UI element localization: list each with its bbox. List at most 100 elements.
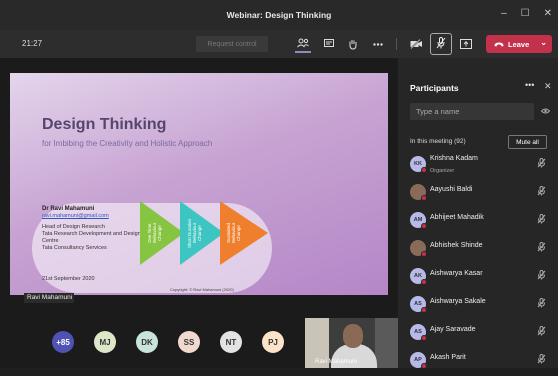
avatar-initials: KK	[414, 161, 422, 167]
role-line: Head of Design Research	[42, 224, 105, 230]
participant-name: Abhijeet Mahadik	[430, 214, 484, 221]
video-background	[375, 318, 398, 368]
mute-all-button[interactable]: Mute all	[508, 135, 547, 149]
chevron-down-icon[interactable]: ⌄	[540, 38, 547, 47]
participant-row[interactable]: AS Ajay Saravade	[410, 320, 550, 348]
mic-off-icon	[436, 36, 446, 52]
attendee-avatar[interactable]: MJ	[94, 331, 116, 353]
participants-panel: Participants ••• ✕ Type a name In this m…	[398, 58, 558, 369]
more-icon[interactable]	[370, 35, 386, 53]
meeting-clock: 21:27	[22, 39, 43, 48]
mic-off-button[interactable]	[430, 33, 452, 55]
avatar: AP	[410, 352, 427, 369]
participant-name: Krishna Kadam	[430, 155, 478, 162]
avatar-initials: AP	[414, 357, 422, 363]
participant-row[interactable]: KK Krishna Kadam Organizer	[410, 152, 550, 180]
status-dot	[421, 251, 427, 257]
status-dot	[421, 167, 427, 173]
mic-off-icon[interactable]	[537, 158, 546, 170]
participant-row[interactable]: AK Aishwarya Kasar	[410, 264, 550, 292]
participant-search-input[interactable]: Type a name	[410, 103, 534, 120]
mic-off-icon[interactable]	[537, 242, 546, 254]
attendee-avatar[interactable]: SS	[178, 331, 200, 353]
close-icon[interactable]: ✕	[544, 81, 552, 92]
status-dot	[421, 195, 427, 201]
avatar: KK	[410, 156, 427, 173]
participant-name: Ajay Saravade	[430, 326, 476, 333]
video-person-face	[343, 324, 363, 348]
mic-off-icon[interactable]	[537, 298, 546, 310]
role-line: Tata Research Development and Design	[42, 231, 141, 237]
status-dot	[421, 279, 427, 285]
in-meeting-count: In this meeting (92)	[410, 138, 466, 145]
status-dot	[421, 335, 427, 341]
participant-row[interactable]: Abhishek Shinde	[410, 236, 550, 264]
people-icon[interactable]	[295, 35, 311, 53]
mic-off-icon[interactable]	[537, 326, 546, 338]
more-attendees-avatar[interactable]: +85	[52, 331, 74, 353]
chat-icon[interactable]	[321, 35, 337, 53]
triangle-label: One Time Behaviour Change	[147, 222, 162, 244]
request-control-button[interactable]: Request control	[196, 36, 268, 52]
attendee-avatar[interactable]: PJ	[262, 331, 284, 353]
avatar: AM	[410, 212, 427, 229]
avatar-initials: AK	[414, 273, 422, 279]
presentation-slide: Design Thinking for Imbibing the Creativ…	[10, 73, 388, 295]
avatar	[410, 240, 427, 257]
avatar-initials: AM	[413, 217, 423, 223]
participants-title: Participants	[410, 83, 459, 93]
raise-hand-icon[interactable]	[345, 35, 361, 53]
triangle-label: Short Duration Behaviour Change	[187, 218, 202, 248]
close-window-icon[interactable]: ✕	[544, 8, 552, 19]
participant-role: Organizer	[430, 168, 455, 174]
role-line: Centre	[42, 238, 59, 244]
avatar: AK	[410, 268, 427, 285]
status-dot	[421, 363, 427, 369]
presenter-name: Dr Ravi Mahamuni	[42, 206, 95, 212]
participant-name: Abhishek Shinde	[430, 242, 483, 249]
meeting-toolbar: 21:27 Request control Leave ⌄	[0, 30, 558, 58]
hangup-icon	[494, 40, 504, 49]
presenter-email[interactable]: ravi.mahamuni@gmail.com	[42, 213, 109, 219]
slide-date: 21st September 2020	[42, 276, 95, 282]
leave-label: Leave	[508, 39, 530, 49]
status-dot	[421, 307, 427, 313]
presenter-info: Dr Ravi Mahamuni ravi.mahamuni@gmail.com…	[42, 206, 141, 252]
more-icon[interactable]: •••	[525, 80, 534, 90]
window-title: Webinar: Design Thinking	[226, 10, 332, 20]
mic-off-icon[interactable]	[537, 186, 546, 198]
toolbar-divider	[396, 38, 397, 50]
avatar: AS	[410, 296, 427, 313]
participant-name: Akash Parit	[430, 354, 466, 361]
avatar: AS	[410, 324, 427, 341]
role-line: Tata Consultancy Services	[42, 245, 107, 251]
mic-off-icon[interactable]	[537, 270, 546, 282]
title-bar: Webinar: Design Thinking – ☐ ✕	[0, 0, 558, 30]
attendee-avatar-row: +85 MJ DK SS NT PJ	[52, 331, 284, 353]
participant-row[interactable]: AS Aishwarya Sakale	[410, 292, 550, 320]
view-icon[interactable]	[540, 107, 551, 116]
slide-title: Design Thinking	[42, 116, 167, 133]
avatar	[410, 184, 427, 201]
slide-copyright: Copyright: © Ravi Mahamuni (2020)	[170, 287, 234, 292]
participant-name: Aishwarya Kasar	[430, 270, 483, 277]
participant-row[interactable]: AM Abhijeet Mahadik	[410, 208, 550, 236]
camera-off-icon[interactable]	[408, 35, 424, 53]
mic-off-icon[interactable]	[537, 214, 546, 226]
attendee-avatar[interactable]: DK	[136, 331, 158, 353]
participant-list: KK Krishna Kadam Organizer Aayushi Baldi AM A…	[410, 152, 550, 376]
leave-button[interactable]: Leave ⌄	[486, 35, 552, 53]
status-dot	[421, 223, 427, 229]
avatar-initials: AS	[414, 329, 422, 335]
share-icon[interactable]	[458, 35, 474, 53]
attendee-avatar[interactable]: NT	[220, 331, 242, 353]
participant-name: Aishwarya Sakale	[430, 298, 486, 305]
minimize-icon[interactable]: –	[501, 8, 507, 19]
presenter-video-tile[interactable]: Ravi Mahamuni	[305, 318, 398, 368]
window-controls: – ☐ ✕	[501, 8, 552, 19]
mic-off-icon[interactable]	[537, 354, 546, 366]
maximize-icon[interactable]: ☐	[521, 8, 530, 19]
participant-row[interactable]: AP Akash Parit	[410, 348, 550, 376]
avatar-initials: AS	[414, 301, 422, 307]
participant-row[interactable]: Aayushi Baldi	[410, 180, 550, 208]
